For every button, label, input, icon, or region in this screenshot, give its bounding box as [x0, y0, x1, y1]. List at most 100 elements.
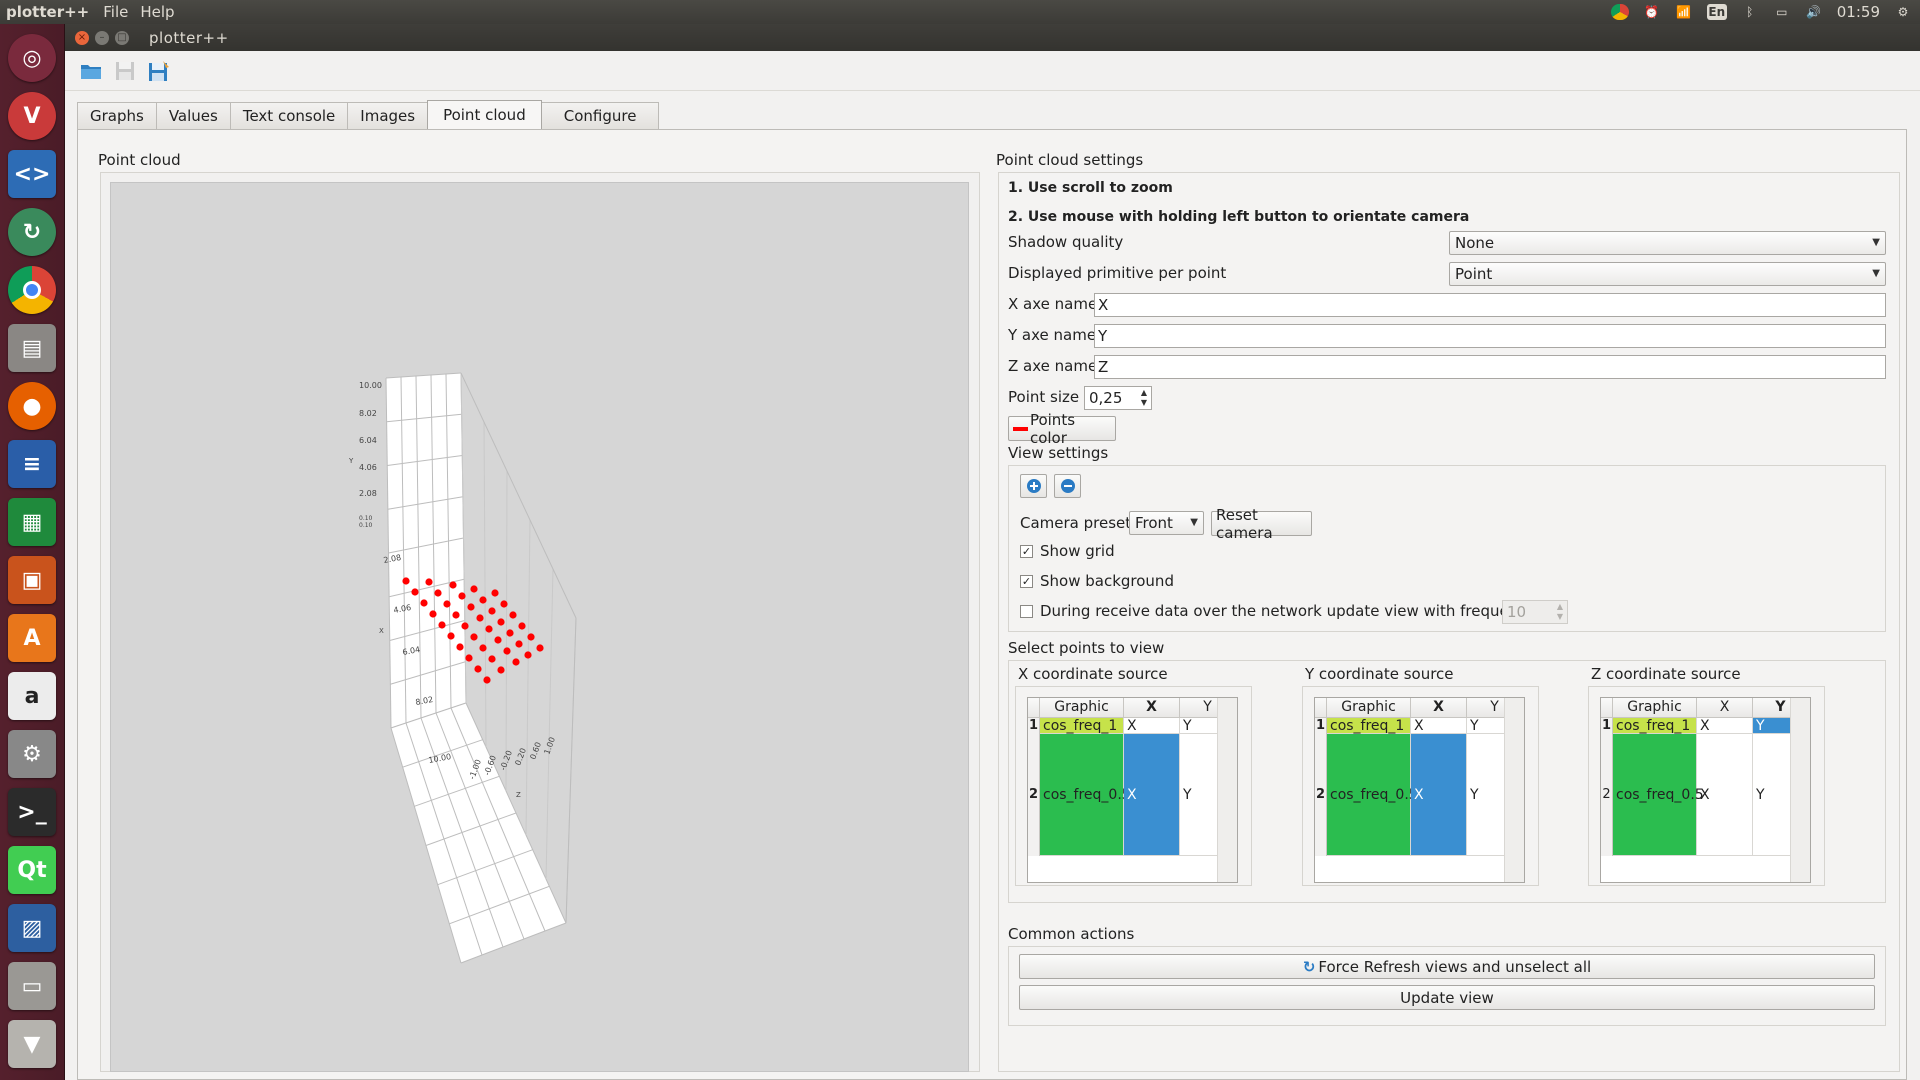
coordinate-source-table[interactable]: Graphic NameXY1cos_freq_1XY2cos_freq_0.5… — [1314, 697, 1525, 883]
shadow-quality-combo[interactable]: None ▼ — [1449, 231, 1886, 255]
calc-icon[interactable]: ▦ — [8, 498, 56, 546]
open-folder-icon[interactable] — [79, 60, 103, 82]
tab-text-console[interactable]: Text console — [229, 102, 349, 129]
save-icon[interactable] — [113, 60, 137, 82]
y-axe-name-label: Y axe name — [1008, 326, 1097, 344]
table-scrollbar[interactable] — [1504, 698, 1524, 882]
table-cell[interactable]: cos_freq_0.5 — [1613, 734, 1704, 856]
show-background-checkbox[interactable]: ✓ — [1020, 575, 1033, 588]
trash-icon[interactable]: ▼ — [8, 1020, 56, 1068]
table-cell[interactable]: X — [1697, 734, 1753, 856]
volume-icon[interactable]: 🔊 — [1805, 4, 1823, 20]
code-editor-icon[interactable]: <> — [8, 150, 56, 198]
column-header[interactable]: X — [1697, 698, 1753, 718]
chrome-icon[interactable] — [8, 266, 56, 314]
point — [429, 610, 437, 618]
system-settings-icon[interactable]: ⚙ — [8, 730, 56, 778]
table-cell[interactable]: X — [1124, 734, 1180, 856]
writer-icon[interactable]: ≡ — [8, 440, 56, 488]
tab-configure[interactable]: Configure — [540, 102, 660, 129]
software-center-icon[interactable]: A — [8, 614, 56, 662]
spin-down-icon[interactable]: ▼ — [1554, 612, 1566, 622]
point — [474, 665, 482, 673]
menu-help[interactable]: Help — [134, 3, 180, 21]
close-window-icon[interactable]: × — [75, 30, 89, 45]
column-header[interactable]: Graphic Name — [1040, 698, 1124, 734]
table-cell[interactable]: cos_freq_0.5 — [1040, 734, 1131, 856]
coordinate-source-table[interactable]: Graphic NameXY1cos_freq_1XY2cos_freq_0.5… — [1027, 697, 1238, 883]
column-header[interactable]: X — [1124, 698, 1180, 718]
maximize-window-icon[interactable]: □ — [115, 30, 129, 45]
gear-icon[interactable]: ⚙ — [1894, 4, 1912, 20]
common-actions-title: Common actions — [1008, 925, 1135, 943]
row-number[interactable]: 2 — [1315, 734, 1327, 856]
table-scrollbar[interactable] — [1790, 698, 1810, 882]
point-size-spinbox[interactable]: 0,25 ▲ ▼ — [1084, 386, 1152, 410]
files-icon[interactable]: ▤ — [8, 324, 56, 372]
alarm-icon[interactable]: ⏰ — [1643, 4, 1661, 20]
column-header[interactable]: Graphic Name — [1613, 698, 1697, 734]
frequency-spinbox[interactable]: 10 ▲ ▼ — [1502, 600, 1568, 624]
app-menu-title[interactable]: plotter++ — [0, 3, 97, 21]
qt-creator-icon[interactable]: Qt — [8, 846, 56, 894]
tick-label: 0.60 — [528, 741, 543, 761]
minimize-window-icon[interactable]: – — [95, 30, 109, 45]
amazon-icon[interactable]: a — [8, 672, 56, 720]
network-update-checkbox[interactable] — [1020, 605, 1033, 618]
table-cell[interactable]: X — [1411, 718, 1467, 734]
disk-icon[interactable]: ▭ — [8, 962, 56, 1010]
z-axe-name-input[interactable]: Z — [1094, 355, 1886, 379]
coordinate-source-table[interactable]: Graphic NameXY1cos_freq_1XY2cos_freq_0.5… — [1600, 697, 1811, 883]
vivaldi-icon[interactable]: V — [8, 92, 56, 140]
menu-file[interactable]: File — [97, 3, 134, 21]
row-number[interactable]: 1 — [1028, 718, 1040, 734]
tab-graphs[interactable]: Graphs — [77, 102, 157, 129]
zoom-in-button[interactable] — [1020, 474, 1047, 498]
update-view-button[interactable]: Update view — [1019, 985, 1875, 1010]
primitive-combo[interactable]: Point ▼ — [1449, 262, 1886, 286]
point-cloud-3d-view[interactable]: 10.00 8.02 6.04 4.06 2.08 0.10 0.10 Y 2.08 4.06 6.… — [110, 182, 969, 1072]
x-axe-name-input[interactable]: X — [1094, 293, 1886, 317]
plotter-app-icon[interactable]: ▨ — [8, 904, 56, 952]
table-cell[interactable]: X — [1124, 718, 1180, 734]
spin-down-icon[interactable]: ▼ — [1138, 398, 1150, 408]
save-as-icon[interactable] — [147, 60, 171, 82]
chevron-down-icon: ▼ — [1872, 237, 1880, 248]
sync-app-icon[interactable]: ↻ — [8, 208, 56, 256]
y-axe-name-input[interactable]: Y — [1094, 324, 1886, 348]
firefox-icon[interactable]: ● — [8, 382, 56, 430]
chrome-tray-icon[interactable] — [1610, 4, 1629, 20]
zoom-out-button[interactable] — [1054, 474, 1081, 498]
row-number[interactable]: 2 — [1601, 734, 1613, 856]
show-grid-checkbox[interactable]: ✓ — [1020, 545, 1033, 558]
spin-up-icon[interactable]: ▲ — [1554, 602, 1566, 612]
reset-camera-button[interactable]: Reset camera — [1211, 506, 1312, 542]
clock[interactable]: 01:59 — [1837, 3, 1880, 21]
battery-icon[interactable]: ▭ — [1773, 4, 1791, 20]
bluetooth-icon[interactable]: ᛒ — [1741, 4, 1759, 20]
table-cell[interactable]: X — [1411, 734, 1467, 856]
row-number[interactable]: 1 — [1315, 718, 1327, 734]
spin-up-icon[interactable]: ▲ — [1138, 388, 1150, 398]
force-refresh-button[interactable]: ↻ Force Refresh views and unselect all — [1019, 954, 1875, 979]
table-cell[interactable]: cos_freq_1 — [1327, 718, 1411, 734]
keyboard-layout-indicator[interactable]: En — [1706, 4, 1727, 20]
tab-values[interactable]: Values — [155, 102, 231, 129]
tab-point-cloud[interactable]: Point cloud — [427, 100, 542, 129]
wifi-icon[interactable]: 📶 — [1675, 4, 1693, 20]
table-cell[interactable]: cos_freq_1 — [1613, 718, 1697, 734]
terminal-icon[interactable]: >_ — [8, 788, 56, 836]
column-header[interactable]: Graphic Name — [1327, 698, 1411, 734]
row-number[interactable]: 2 — [1028, 734, 1040, 856]
table-cell[interactable]: X — [1697, 718, 1753, 734]
points-color-button[interactable]: Points color — [1008, 411, 1116, 447]
tab-images[interactable]: Images — [347, 102, 429, 129]
impress-icon[interactable]: ▣ — [8, 556, 56, 604]
table-cell[interactable]: cos_freq_1 — [1040, 718, 1124, 734]
table-scrollbar[interactable] — [1217, 698, 1237, 882]
column-header[interactable]: X — [1411, 698, 1467, 718]
camera-preset-combo[interactable]: Front ▼ — [1129, 511, 1204, 535]
table-cell[interactable]: cos_freq_0.5 — [1327, 734, 1418, 856]
ubuntu-dash-icon[interactable]: ◎ — [8, 34, 56, 82]
row-number[interactable]: 1 — [1601, 718, 1613, 734]
